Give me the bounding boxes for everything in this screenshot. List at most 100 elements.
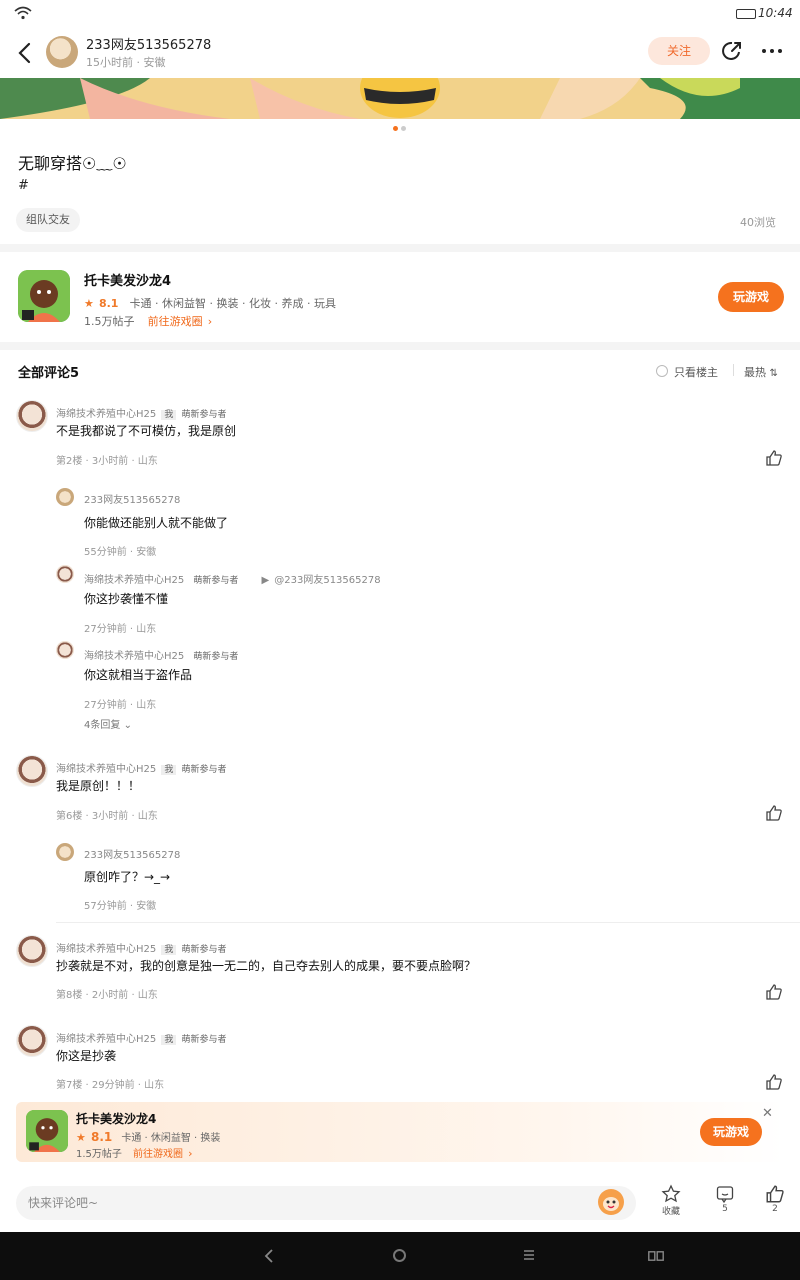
divider — [0, 244, 800, 252]
reply-text: 你这抄袭懂不懂 — [84, 592, 169, 606]
like-icon[interactable] — [765, 1073, 783, 1091]
comment-text: 我是原创！！！ — [56, 779, 141, 793]
user-title: 萌新参与者 — [181, 765, 227, 775]
user-title: 萌新参与者 — [181, 1035, 227, 1045]
topic-tag[interactable]: 组队交友 — [16, 208, 80, 232]
commenter-avatar[interactable] — [16, 400, 48, 432]
comments-title: 全部评论5 — [18, 366, 80, 381]
close-icon[interactable]: ✕ — [762, 1106, 773, 1121]
post-meta: 15小时前 · 安徽 — [86, 56, 166, 69]
reply-avatar[interactable] — [56, 488, 74, 506]
like-icon[interactable] — [765, 804, 783, 822]
comment-text: 不是我都说了不可模仿，我是原创 — [56, 424, 237, 438]
nav-recents-icon[interactable] — [648, 1251, 664, 1261]
expand-replies-label[interactable]: 4条回复 — [84, 720, 120, 731]
commenter-avatar[interactable] — [16, 755, 48, 787]
comment-author-row: 海绵技术养殖中心H25 我 萌新参与者 — [56, 937, 226, 956]
emoji-mascot-icon[interactable] — [598, 1189, 624, 1215]
game-tags: 卡通 · 休闲益智 · 换装 · 化妆 · 养成 · 玩具 — [129, 297, 337, 310]
game-circle-link[interactable]: 前往游戏圈 — [148, 315, 203, 328]
game-name[interactable]: 托卡美发沙龙4 — [84, 270, 171, 289]
game-rating: 8.1 — [98, 297, 119, 310]
nav-menu-icon[interactable] — [524, 1250, 534, 1260]
comment-author-row: 海绵技术养殖中心H25 我 萌新参与者 — [56, 757, 226, 776]
reply-text: 你能做还能别人就不能做了 — [84, 516, 229, 530]
back-icon[interactable] — [14, 40, 36, 66]
reply-author[interactable]: 海绵技术养殖中心H25 — [84, 575, 184, 586]
post-hashtag: # — [18, 178, 29, 193]
game-circle-link[interactable]: 前往游戏圈 — [133, 1149, 183, 1160]
favorite-label: 收藏 — [661, 1207, 680, 1217]
comment-icon[interactable] — [715, 1184, 735, 1204]
reply-avatar[interactable] — [56, 843, 74, 861]
divider — [56, 922, 800, 923]
nav-back-icon[interactable] — [262, 1246, 276, 1266]
like-icon[interactable] — [765, 449, 783, 467]
reply-text: 你这就相当于盗作品 — [84, 668, 193, 682]
comment-author[interactable]: 海绵技术养殖中心H25 — [56, 944, 156, 955]
post-title: 无聊穿搭☉﹏☉ — [18, 154, 127, 173]
author-name[interactable]: 233网友513565278 — [86, 34, 211, 53]
reply-avatar[interactable] — [56, 565, 74, 583]
comment-author[interactable]: 海绵技术养殖中心H25 — [56, 764, 156, 775]
reply-text: 原创咋了？→_→ — [84, 870, 171, 884]
status-bar: 10:44 — [0, 0, 800, 28]
floating-game-card[interactable]: 托卡美发沙龙4 ★ 8.1 卡通 · 休闲益智 · 换装 1.5万帖子 前往游戏… — [16, 1102, 784, 1162]
wifi-icon — [14, 6, 32, 20]
game-icon[interactable] — [26, 1110, 68, 1152]
post-image[interactable] — [0, 78, 800, 119]
like-icon[interactable] — [765, 1184, 785, 1204]
comment-action[interactable]: 5 — [710, 1184, 740, 1214]
sort-icon: ⇅ — [769, 368, 778, 379]
play-game-button[interactable]: 玩游戏 — [718, 282, 784, 312]
play-game-button[interactable]: 玩游戏 — [700, 1118, 762, 1146]
like-count: 2 — [772, 1204, 778, 1214]
sort-toggle[interactable]: 最热 ⇅ — [744, 364, 778, 380]
divider — [733, 364, 734, 376]
reply-meta: 55分钟前 · 安徽 — [84, 547, 157, 558]
reply-author[interactable]: 233网友513565278 — [84, 846, 180, 861]
reply-target[interactable]: @233网友513565278 — [274, 575, 380, 586]
chevron-right-icon: › — [207, 315, 213, 328]
reply-meta: 57分钟前 · 安徽 — [84, 901, 157, 912]
reply-arrow-icon: ▶ — [261, 575, 270, 586]
view-count: 40浏览 — [740, 216, 776, 229]
share-icon[interactable] — [720, 39, 744, 63]
commenter-avatar[interactable] — [16, 1025, 48, 1057]
game-card[interactable]: 托卡美发沙龙4 ★ 8.1 卡通 · 休闲益智 · 换装 · 化妆 · 养成 ·… — [0, 254, 800, 342]
star-outline-icon[interactable] — [661, 1184, 681, 1204]
like-action[interactable]: 2 — [760, 1184, 790, 1214]
reply-meta: 27分钟前 · 山东 — [84, 700, 157, 711]
like-icon[interactable] — [765, 983, 783, 1001]
game-name[interactable]: 托卡美发沙龙4 — [76, 1110, 156, 1127]
nav-home-icon[interactable] — [393, 1249, 406, 1262]
reply-author-row: 海绵技术养殖中心H25 萌新参与者 ▶ @233网友513565278 — [84, 568, 381, 587]
comment-meta: 第6楼 · 3小时前 · 山东 — [56, 811, 158, 822]
comment-meta: 第7楼 · 29分钟前 · 山东 — [56, 1080, 165, 1091]
comment-author[interactable]: 海绵技术养殖中心H25 — [56, 409, 156, 420]
user-title: 萌新参与者 — [181, 410, 227, 420]
favorite-action[interactable]: 收藏 — [656, 1184, 686, 1217]
sort-label[interactable]: 最热 — [744, 366, 766, 379]
follow-button[interactable]: 关注 — [648, 37, 710, 65]
game-icon[interactable] — [18, 270, 70, 322]
more-icon[interactable] — [760, 42, 784, 60]
reply-author[interactable]: 233网友513565278 — [84, 491, 180, 506]
divider — [0, 342, 800, 350]
author-avatar[interactable] — [46, 36, 78, 68]
only-op-radio[interactable] — [656, 365, 668, 377]
me-badge: 我 — [161, 1035, 177, 1045]
post-header: 233网友513565278 15小时前 · 安徽 关注 — [0, 28, 800, 78]
game-rating-row: ★ 8.1 卡通 · 休闲益智 · 换装 · 化妆 · 养成 · 玩具 — [84, 292, 336, 311]
reply-author[interactable]: 海绵技术养殖中心H25 — [84, 651, 184, 662]
comment-text: 抄袭就是不对，我的创意是独一无二的，自己夺去别人的成果，要不要点脸啊？ — [56, 959, 477, 973]
expand-replies[interactable]: 4条回复 ⌄ — [84, 716, 132, 731]
game-posts-row: 1.5万帖子 前往游戏圈 › — [76, 1142, 193, 1161]
comment-author[interactable]: 海绵技术养殖中心H25 — [56, 1034, 156, 1045]
user-title: 萌新参与者 — [193, 652, 239, 662]
comment-input[interactable]: 快来评论吧~ — [16, 1186, 636, 1220]
commenter-avatar[interactable] — [16, 935, 48, 967]
reply-avatar[interactable] — [56, 641, 74, 659]
comment-count: 5 — [722, 1204, 728, 1214]
only-op-label[interactable]: 只看楼主 — [674, 364, 718, 380]
